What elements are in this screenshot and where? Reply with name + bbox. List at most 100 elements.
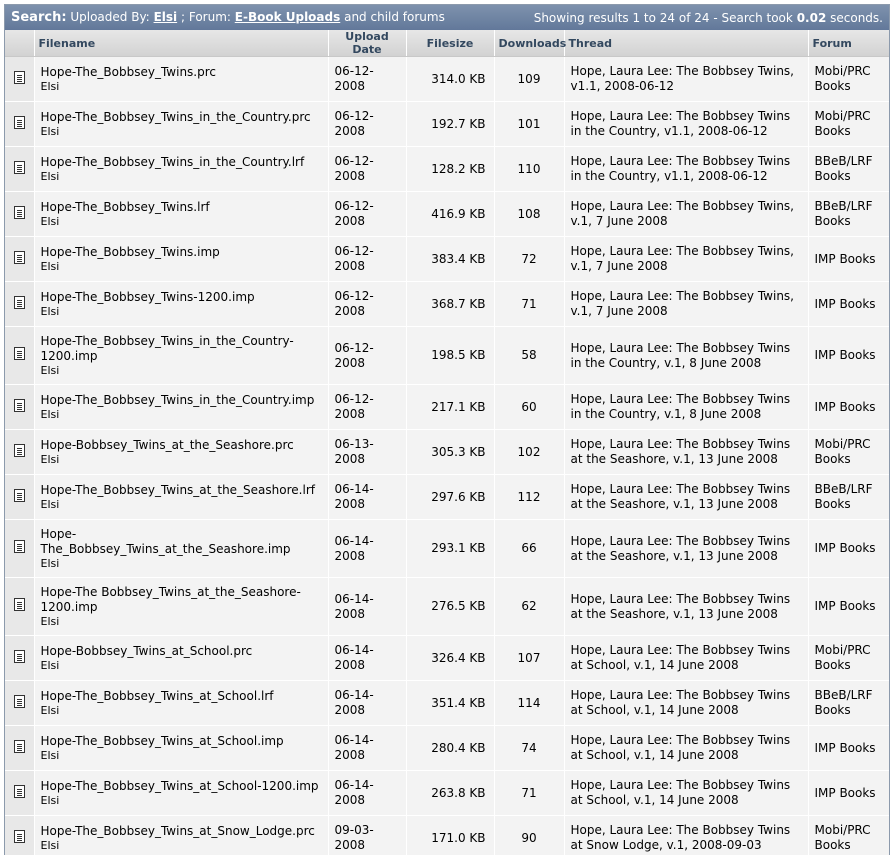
filename-link[interactable]: Hope-The_Bobbsey_Twins_in_the_Country-12…	[41, 334, 322, 364]
table-row: Hope-The_Bobbsey_Twins_at_School.imp Elsi…	[5, 725, 889, 771]
filesize-cell: 217.1 KB	[406, 384, 495, 430]
filename-link[interactable]: Hope-The_Bobbsey_Twins_in_the_Country.im…	[41, 393, 322, 408]
forum-name-link[interactable]: Mobi/PRC Books	[808, 635, 889, 681]
forum-name-link[interactable]: IMP Books	[808, 236, 889, 282]
column-header-upload-date[interactable]: Upload Date	[328, 30, 407, 57]
filename-link[interactable]: Hope-The_Bobbsey_Twins_at_the_Seashore.i…	[41, 527, 322, 557]
forum-name-link[interactable]: IMP Books	[808, 519, 889, 578]
child-forums-text: and child forums	[344, 10, 445, 24]
table-row: Hope-The_Bobbsey_Twins.lrf Elsi 06-12-2008…	[5, 191, 889, 237]
filename-link[interactable]: Hope-The_Bobbsey_Twins_in_the_Country.pr…	[41, 110, 322, 125]
forum-name-link[interactable]: IMP Books	[808, 326, 889, 385]
uploader-name[interactable]: Elsi	[41, 794, 322, 807]
uploader-name[interactable]: Elsi	[41, 704, 322, 717]
uploader-link[interactable]: Elsi	[154, 10, 178, 24]
filename-link[interactable]: Hope-The_Bobbsey_Twins.lrf	[41, 200, 322, 215]
filesize-cell: 128.2 KB	[406, 146, 495, 192]
thread-link[interactable]: Hope, Laura Lee: The Bobbsey Twins at Sc…	[564, 770, 809, 816]
upload-date-cell: 06-12-2008	[328, 281, 407, 327]
filename-link[interactable]: Hope-The_Bobbsey_Twins_in_the_Country.lr…	[41, 155, 322, 170]
thread-link[interactable]: Hope, Laura Lee: The Bobbsey Twins at Sc…	[564, 635, 809, 681]
forum-name-link[interactable]: BBeB/LRF Books	[808, 680, 889, 726]
upload-date-cell: 06-14-2008	[328, 474, 407, 520]
uploader-name[interactable]: Elsi	[41, 615, 322, 628]
thread-link[interactable]: Hope, Laura Lee: The Bobbsey Twins at th…	[564, 519, 809, 578]
uploader-name[interactable]: Elsi	[41, 453, 322, 466]
thread-link[interactable]: Hope, Laura Lee: The Bobbsey Twins in th…	[564, 146, 809, 192]
column-header-thread[interactable]: Thread	[564, 30, 809, 57]
thread-link[interactable]: Hope, Laura Lee: The Bobbsey Twins in th…	[564, 326, 809, 385]
filesize-cell: 383.4 KB	[406, 236, 495, 282]
filename-link[interactable]: Hope-The_Bobbsey_Twins.prc	[41, 65, 322, 80]
column-header-forum[interactable]: Forum	[808, 30, 889, 57]
forum-name-link[interactable]: Mobi/PRC Books	[808, 429, 889, 475]
forum-name-link[interactable]: IMP Books	[808, 577, 889, 636]
filename-cell: Hope-The_Bobbsey_Twins.lrf Elsi	[34, 191, 329, 237]
forum-name-link[interactable]: Mobi/PRC Books	[808, 56, 889, 102]
filename-link[interactable]: Hope-The_Bobbsey_Twins-1200.imp	[41, 290, 322, 305]
uploader-name[interactable]: Elsi	[41, 498, 322, 511]
filename-link[interactable]: Hope-The_Bobbsey_Twins_at_School.imp	[41, 734, 322, 749]
forum-name-link[interactable]: IMP Books	[808, 384, 889, 430]
filename-link[interactable]: Hope-The Bobbsey_Twins_at_the_Seashore-1…	[41, 585, 322, 615]
uploader-name[interactable]: Elsi	[41, 839, 322, 852]
criteria-separator: ;	[180, 10, 186, 24]
thread-link[interactable]: Hope, Laura Lee: The Bobbsey Twins in th…	[564, 101, 809, 147]
filename-link[interactable]: Hope-Bobbsey_Twins_at_School.prc	[41, 644, 322, 659]
column-header-filesize[interactable]: Filesize	[406, 30, 495, 57]
forum-name-link[interactable]: IMP Books	[808, 725, 889, 771]
forum-name-link[interactable]: BBeB/LRF Books	[808, 146, 889, 192]
column-header-filename[interactable]: Filename	[34, 30, 329, 57]
thread-link[interactable]: Hope, Laura Lee: The Bobbsey Twins, v.1,…	[564, 191, 809, 237]
forum-link[interactable]: E-Book Uploads	[235, 10, 341, 24]
filename-link[interactable]: Hope-The_Bobbsey_Twins_at_School.lrf	[41, 689, 322, 704]
thread-link[interactable]: Hope, Laura Lee: The Bobbsey Twins in th…	[564, 384, 809, 430]
document-icon	[13, 598, 25, 611]
forum-name-link[interactable]: BBeB/LRF Books	[808, 191, 889, 237]
uploader-name[interactable]: Elsi	[41, 305, 322, 318]
thread-link[interactable]: Hope, Laura Lee: The Bobbsey Twins at th…	[564, 474, 809, 520]
uploader-name[interactable]: Elsi	[41, 260, 322, 273]
thread-link[interactable]: Hope, Laura Lee: The Bobbsey Twins, v1.1…	[564, 56, 809, 102]
forum-name-link[interactable]: Mobi/PRC Books	[808, 815, 889, 855]
thread-link[interactable]: Hope, Laura Lee: The Bobbsey Twins, v.1,…	[564, 236, 809, 282]
filesize-cell: 198.5 KB	[406, 326, 495, 385]
table-row: Hope-The_Bobbsey_Twins_in_the_Country.im…	[5, 384, 889, 430]
uploader-name[interactable]: Elsi	[41, 557, 322, 570]
uploader-name[interactable]: Elsi	[41, 170, 322, 183]
filesize-cell: 263.8 KB	[406, 770, 495, 816]
table-row: Hope-Bobbsey_Twins_at_the_Seashore.prc El…	[5, 429, 889, 475]
forum-name-link[interactable]: IMP Books	[808, 770, 889, 816]
column-header-downloads[interactable]: Downloads	[494, 30, 566, 57]
uploader-name[interactable]: Elsi	[41, 364, 322, 377]
upload-date-cell: 06-14-2008	[328, 577, 407, 636]
uploader-name[interactable]: Elsi	[41, 408, 322, 421]
thread-link[interactable]: Hope, Laura Lee: The Bobbsey Twins at Sn…	[564, 815, 809, 855]
table-row: Hope-The_Bobbsey_Twins_in_the_Country.pr…	[5, 101, 889, 147]
thread-link[interactable]: Hope, Laura Lee: The Bobbsey Twins, v.1,…	[564, 281, 809, 327]
filename-link[interactable]: Hope-The_Bobbsey_Twins_at_Snow_Lodge.prc	[41, 824, 322, 839]
uploader-name[interactable]: Elsi	[41, 125, 322, 138]
downloads-cell: 109	[494, 56, 565, 102]
document-icon	[13, 205, 25, 219]
forum-name-link[interactable]: IMP Books	[808, 281, 889, 327]
forum-name-link[interactable]: Mobi/PRC Books	[808, 101, 889, 147]
uploader-name[interactable]: Elsi	[41, 659, 322, 672]
filename-link[interactable]: Hope-Bobbsey_Twins_at_the_Seashore.prc	[41, 438, 322, 453]
thread-link[interactable]: Hope, Laura Lee: The Bobbsey Twins at Sc…	[564, 725, 809, 771]
thread-link[interactable]: Hope, Laura Lee: The Bobbsey Twins at th…	[564, 577, 809, 636]
uploader-name[interactable]: Elsi	[41, 215, 322, 228]
uploader-name[interactable]: Elsi	[41, 749, 322, 762]
forum-name-link[interactable]: BBeB/LRF Books	[808, 474, 889, 520]
upload-date-cell: 06-12-2008	[328, 236, 407, 282]
table-row: Hope-The_Bobbsey_Twins_in_the_Country.lr…	[5, 146, 889, 192]
table-row: Hope-The_Bobbsey_Twins_at_School.lrf Elsi…	[5, 680, 889, 726]
thread-link[interactable]: Hope, Laura Lee: The Bobbsey Twins at Sc…	[564, 680, 809, 726]
thread-link[interactable]: Hope, Laura Lee: The Bobbsey Twins at th…	[564, 429, 809, 475]
filename-link[interactable]: Hope-The_Bobbsey_Twins_at_the_Seashore.l…	[41, 483, 322, 498]
uploader-name[interactable]: Elsi	[41, 80, 322, 93]
filename-link[interactable]: Hope-The_Bobbsey_Twins_at_School-1200.im…	[41, 779, 322, 794]
search-label: Search:	[11, 10, 67, 25]
filename-link[interactable]: Hope-The_Bobbsey_Twins.imp	[41, 245, 322, 260]
table-row: Hope-Bobbsey_Twins_at_School.prc Elsi 06-1…	[5, 635, 889, 681]
